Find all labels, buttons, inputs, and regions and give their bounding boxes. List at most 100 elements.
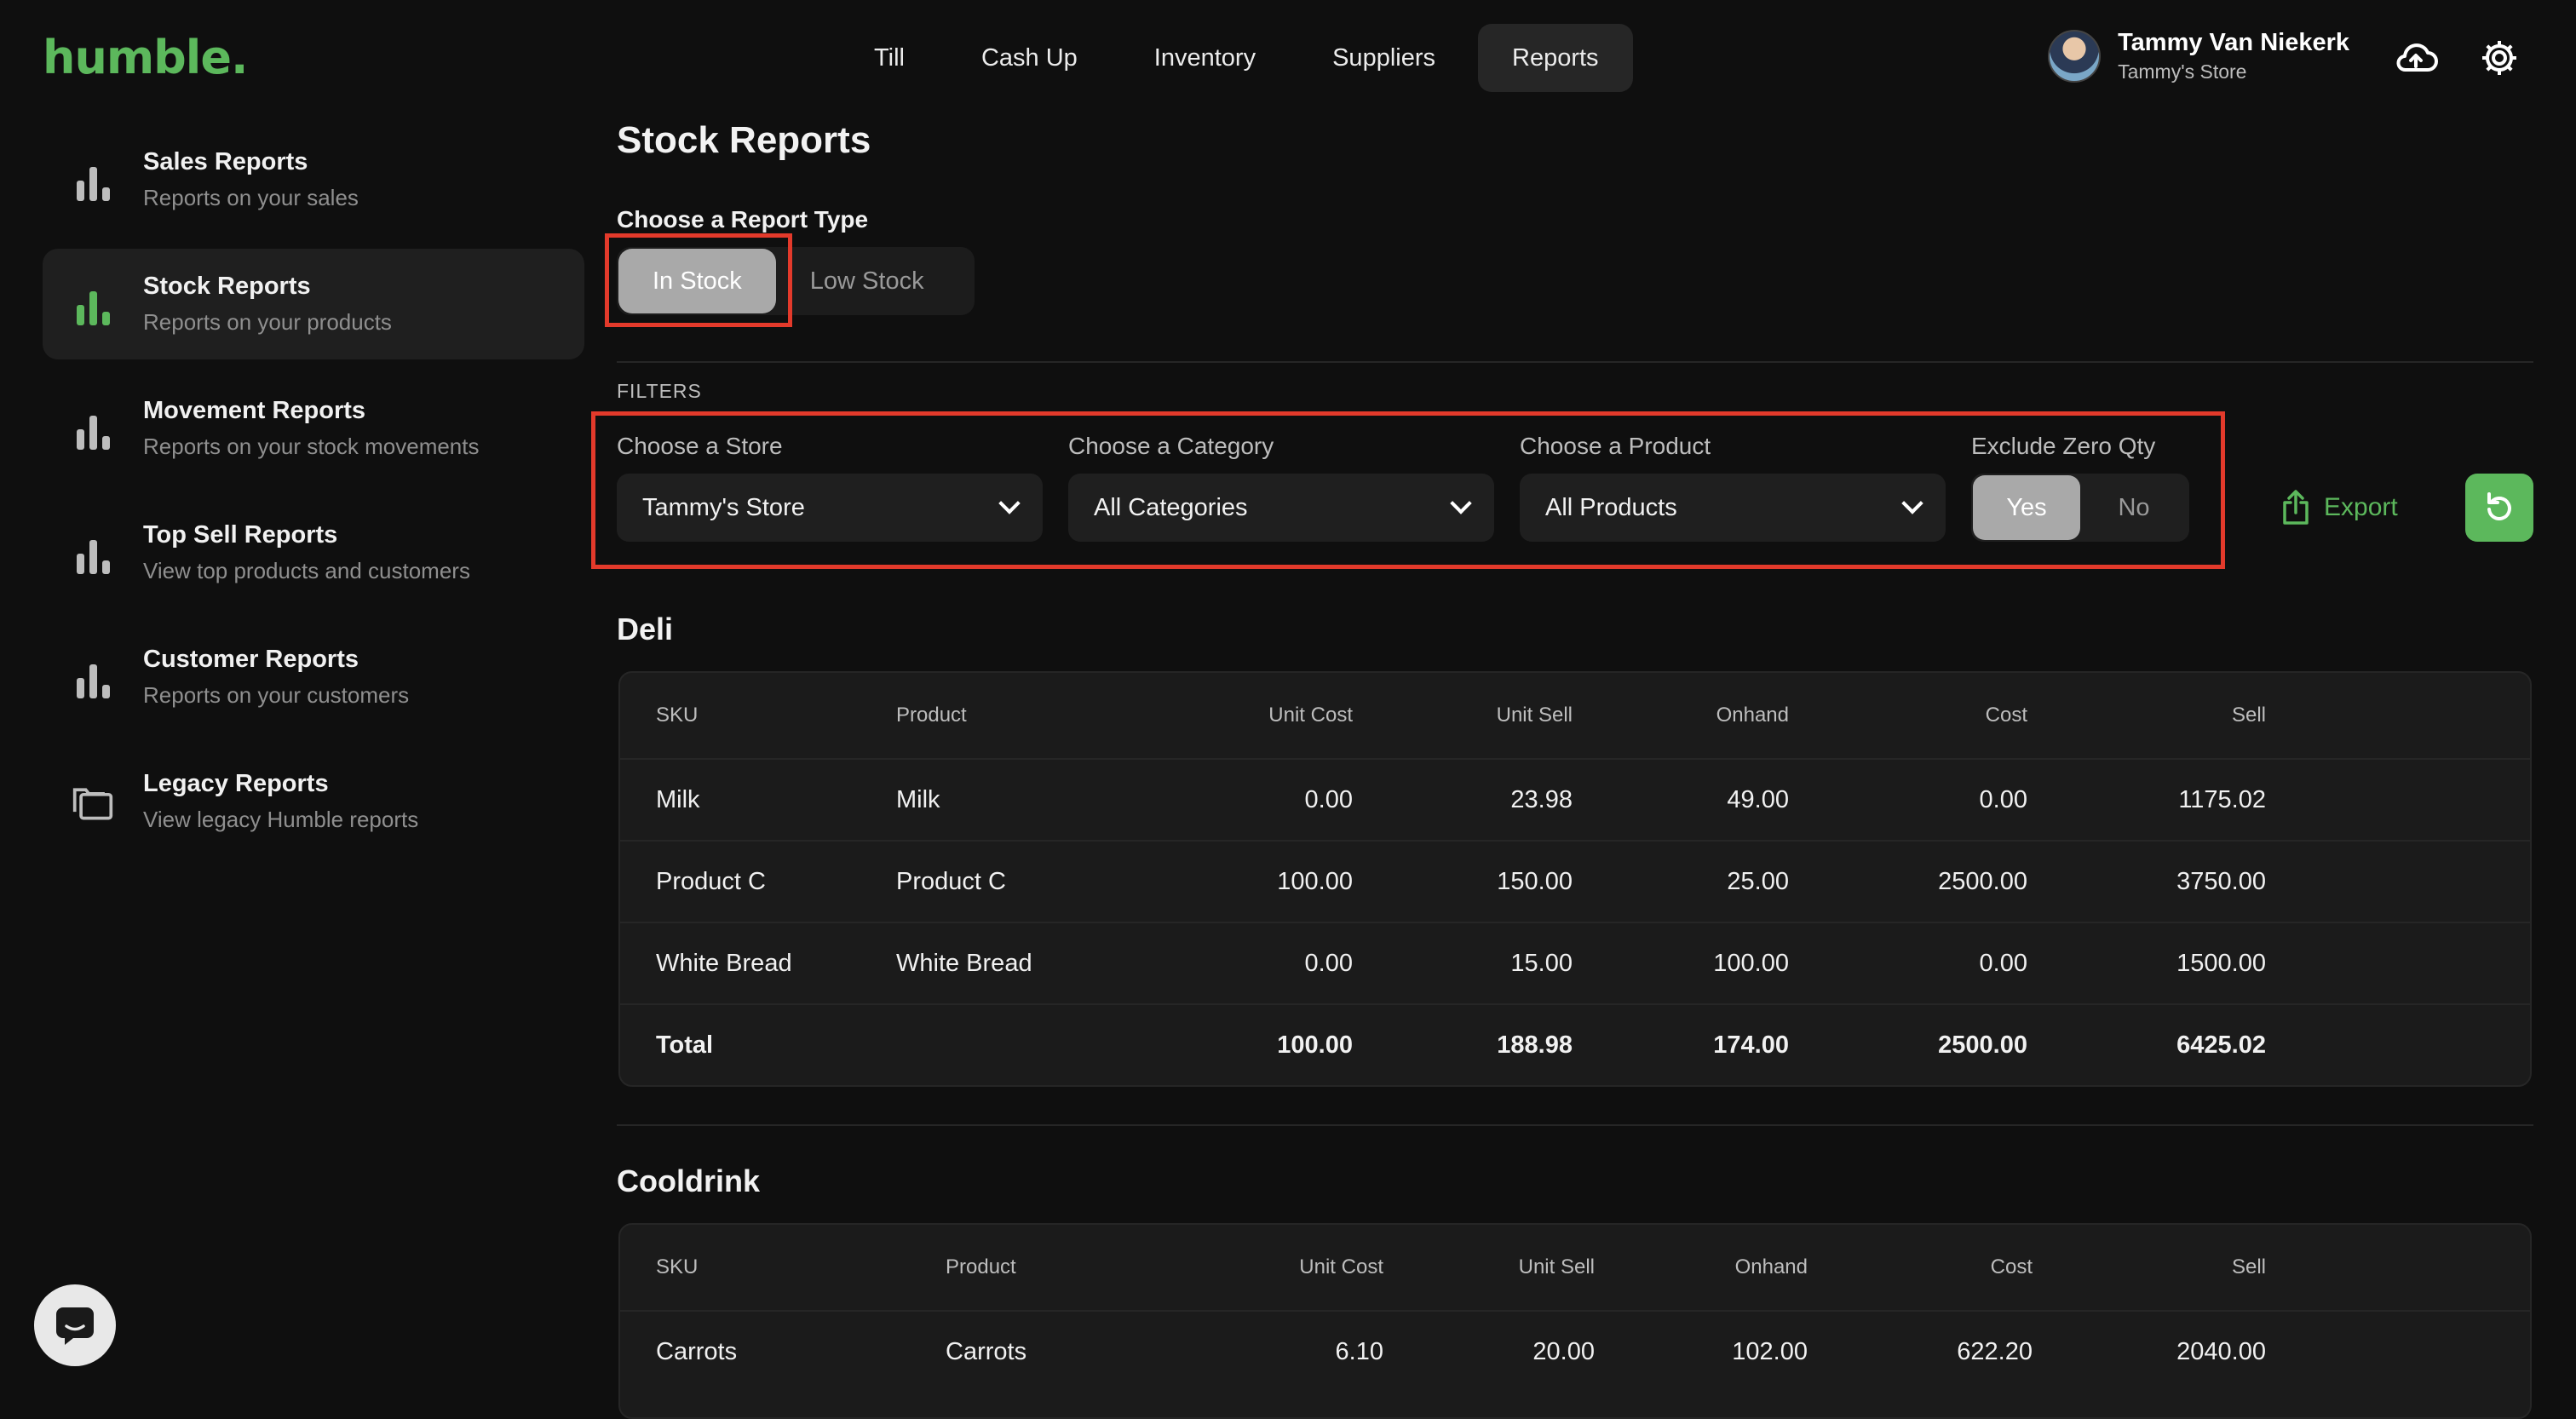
table-row[interactable]: White Bread White Bread 0.00 15.00 100.0… xyxy=(620,922,2530,1003)
sidebar-item-subtitle: View top products and customers xyxy=(143,558,470,583)
nav-cash-up[interactable]: Cash Up xyxy=(947,24,1112,92)
divider xyxy=(617,361,2533,363)
sidebar-item-subtitle: Reports on your products xyxy=(143,309,392,335)
cell-onhand: 25.00 xyxy=(1727,867,1789,895)
page-title: Stock Reports xyxy=(617,119,871,161)
cell-total-unit-cost: 100.00 xyxy=(1277,1031,1353,1059)
cell-unit-cost: 0.00 xyxy=(1304,949,1353,977)
sidebar-item-subtitle: Reports on your sales xyxy=(143,185,359,210)
reports-sidebar: Sales Reports Reports on your sales Stock… xyxy=(43,124,584,870)
user-profile[interactable]: Tammy Van Niekerk Tammy's Store xyxy=(2048,29,2349,83)
user-name: Tammy Van Niekerk xyxy=(2118,29,2349,56)
sidebar-item-subtitle: Reports on your customers xyxy=(143,682,410,708)
avatar xyxy=(2048,30,2102,83)
refresh-button[interactable] xyxy=(2465,474,2533,542)
col-header-unit-cost: Unit Cost xyxy=(1299,1255,1383,1278)
col-header-product: Product xyxy=(896,704,967,727)
col-header-onhand: Onhand xyxy=(1716,704,1789,727)
cell-sku: Product C xyxy=(656,867,766,895)
col-header-sell: Sell xyxy=(2231,1255,2266,1278)
humble-logo[interactable]: humble. xyxy=(43,31,248,84)
cell-unit-sell: 23.98 xyxy=(1510,785,1573,813)
cell-unit-cost: 0.00 xyxy=(1304,785,1353,813)
highlight-box-filters xyxy=(591,411,2225,569)
sidebar-item-title: Sales Reports xyxy=(143,148,308,175)
bar-chart-icon xyxy=(72,158,114,201)
bar-chart-icon xyxy=(72,656,114,698)
export-button[interactable]: Export xyxy=(2281,485,2398,530)
settings-gear-icon[interactable] xyxy=(2475,34,2523,82)
cell-sell: 1175.02 xyxy=(2178,785,2266,813)
filters-label: FILTERS xyxy=(617,380,702,402)
col-header-onhand: Onhand xyxy=(1734,1255,1808,1278)
divider xyxy=(617,1124,2533,1126)
cell-sku: Carrots xyxy=(656,1337,738,1365)
table-row[interactable]: Product C Product C 100.00 150.00 25.00 … xyxy=(620,840,2530,922)
table-row[interactable]: Carrots Carrots 6.10 20.00 102.00 622.20… xyxy=(620,1310,2530,1392)
cell-unit-cost: 100.00 xyxy=(1277,867,1353,895)
chat-icon xyxy=(56,1307,94,1345)
folders-icon xyxy=(72,780,114,823)
col-header-unit-sell: Unit Sell xyxy=(1518,1255,1595,1278)
highlight-box-report-type xyxy=(605,233,792,327)
cell-total-onhand: 174.00 xyxy=(1713,1031,1789,1059)
cooldrink-stock-table: SKU Product Unit Cost Unit Sell Onhand C… xyxy=(618,1223,2532,1419)
cell-cost: 2500.00 xyxy=(1938,867,2027,895)
sidebar-item-legacy-reports[interactable]: Legacy Reports View legacy Humble reports xyxy=(43,746,584,857)
cell-onhand: 49.00 xyxy=(1727,785,1789,813)
col-header-sku: SKU xyxy=(656,1255,699,1278)
sidebar-item-stock-reports[interactable]: Stock Reports Reports on your products xyxy=(43,249,584,359)
cell-product: Product C xyxy=(896,867,1006,895)
table-header-row: SKU Product Unit Cost Unit Sell Onhand C… xyxy=(620,1225,2530,1310)
chat-support-button[interactable] xyxy=(34,1284,116,1366)
sidebar-item-title: Customer Reports xyxy=(143,646,359,673)
sidebar-item-title: Top Sell Reports xyxy=(143,521,338,549)
top-nav: Till Cash Up Inventory Suppliers Reports xyxy=(840,24,1633,92)
cell-total-unit-sell: 188.98 xyxy=(1497,1031,1573,1059)
sidebar-item-title: Movement Reports xyxy=(143,397,366,424)
col-header-product: Product xyxy=(946,1255,1016,1278)
table-total-row: Total 100.00 188.98 174.00 2500.00 6425.… xyxy=(620,1003,2530,1085)
cell-unit-sell: 150.00 xyxy=(1497,867,1573,895)
sidebar-item-movement-reports[interactable]: Movement Reports Reports on your stock mo… xyxy=(43,373,584,484)
cell-total-label: Total xyxy=(656,1031,714,1059)
col-header-unit-sell: Unit Sell xyxy=(1496,704,1573,727)
cell-cost: 0.00 xyxy=(1979,785,2027,813)
sidebar-item-customer-reports[interactable]: Customer Reports Reports on your customer… xyxy=(43,622,584,732)
report-type-label: Choose a Report Type xyxy=(617,206,869,233)
bar-chart-icon xyxy=(72,407,114,450)
table-row[interactable]: Milk Milk 0.00 23.98 49.00 0.00 1175.02 xyxy=(620,758,2530,840)
nav-till[interactable]: Till xyxy=(840,24,939,92)
cell-onhand: 100.00 xyxy=(1713,949,1789,977)
nav-suppliers[interactable]: Suppliers xyxy=(1298,24,1469,92)
sidebar-item-title: Stock Reports xyxy=(143,273,311,300)
cell-sku: Milk xyxy=(656,785,700,813)
cell-unit-sell: 20.00 xyxy=(1532,1337,1595,1365)
table-header-row: SKU Product Unit Cost Unit Sell Onhand C… xyxy=(620,673,2530,758)
cell-onhand: 102.00 xyxy=(1732,1337,1808,1365)
section-title-deli: Deli xyxy=(617,612,674,646)
cell-product: Milk xyxy=(896,785,940,813)
deli-stock-table: SKU Product Unit Cost Unit Sell Onhand C… xyxy=(618,671,2532,1087)
bar-chart-icon xyxy=(72,531,114,574)
bar-chart-icon xyxy=(72,283,114,325)
sidebar-item-sales-reports[interactable]: Sales Reports Reports on your sales xyxy=(43,124,584,235)
cell-unit-sell: 15.00 xyxy=(1510,949,1573,977)
nav-reports[interactable]: Reports xyxy=(1478,24,1633,92)
col-header-sell: Sell xyxy=(2231,704,2266,727)
low-stock-button[interactable]: Low Stock xyxy=(776,249,958,313)
cell-cost: 0.00 xyxy=(1979,949,2027,977)
sidebar-item-subtitle: View legacy Humble reports xyxy=(143,807,419,832)
cell-total-cost: 2500.00 xyxy=(1938,1031,2027,1059)
cloud-upload-icon[interactable] xyxy=(2392,34,2440,82)
col-header-cost: Cost xyxy=(1985,704,2027,727)
export-label: Export xyxy=(2324,493,2398,521)
sidebar-item-top-sell-reports[interactable]: Top Sell Reports View top products and cu… xyxy=(43,497,584,608)
share-export-icon xyxy=(2283,490,2309,525)
cell-product: Carrots xyxy=(946,1337,1027,1365)
cell-sell: 1500.00 xyxy=(2176,949,2266,977)
sidebar-item-subtitle: Reports on your stock movements xyxy=(143,434,480,459)
nav-inventory[interactable]: Inventory xyxy=(1120,24,1290,92)
cell-sell: 3750.00 xyxy=(2176,867,2266,895)
cell-sell: 2040.00 xyxy=(2176,1337,2266,1365)
